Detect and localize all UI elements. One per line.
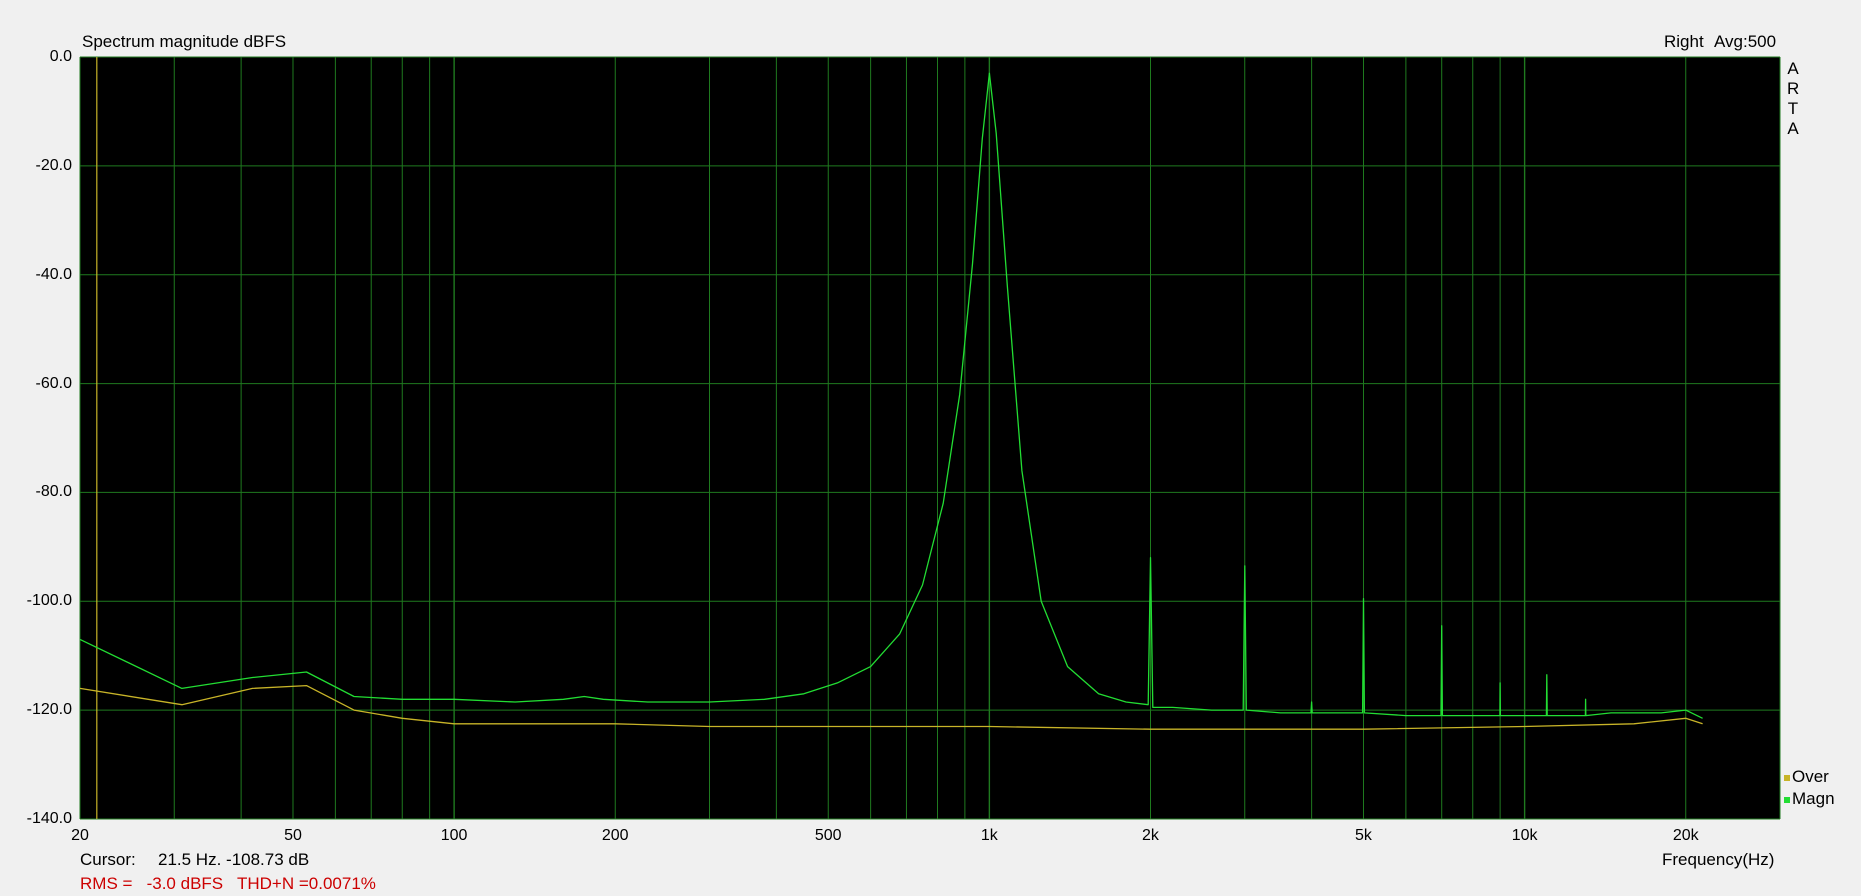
y-tick-label: -40.0 (35, 265, 72, 283)
x-axis-label: Frequency(Hz) (1662, 850, 1775, 869)
legend-swatch-magn (1784, 796, 1790, 803)
y-tick-label: -80.0 (35, 483, 72, 501)
y-tick-label: -100.0 (26, 592, 72, 610)
series-line-over (79, 684, 1703, 730)
rms-thd-readout: RMS = -3.0 dBFS THD+N =0.0071% (80, 874, 376, 893)
legend-item-magn[interactable]: Magn (1784, 789, 1835, 809)
cursor-label: Cursor: (80, 850, 136, 869)
x-tick-label: 5k (1355, 827, 1372, 844)
x-tick-label: 200 (601, 827, 629, 844)
y-tick-label: -120.0 (26, 701, 72, 719)
legend-swatch-over (1784, 774, 1790, 781)
y-tick-label: -20.0 (35, 156, 72, 174)
y-tick-label: -140.0 (26, 810, 72, 827)
legend-label-over: Over (1792, 767, 1829, 786)
x-tick-label: 500 (814, 827, 842, 844)
series-line-magn (79, 72, 1703, 719)
x-tick-label: 2k (1142, 827, 1159, 844)
legend-label-magn: Magn (1792, 789, 1835, 808)
y-tick-label: -60.0 (35, 374, 72, 392)
x-tick-label: 100 (440, 827, 468, 844)
x-tick-label: 20 (71, 827, 89, 844)
spectrum-chart (79, 56, 1781, 820)
legend-item-over[interactable]: Over (1784, 767, 1829, 787)
x-tick-label: 1k (980, 827, 998, 844)
y-tick-label: 0.0 (49, 48, 72, 65)
x-tick-label: 20k (1672, 827, 1699, 844)
cursor-readout: 21.5 Hz. -108.73 dB (158, 850, 310, 869)
x-tick-label: 10k (1511, 827, 1538, 844)
x-tick-label: 50 (284, 827, 302, 844)
